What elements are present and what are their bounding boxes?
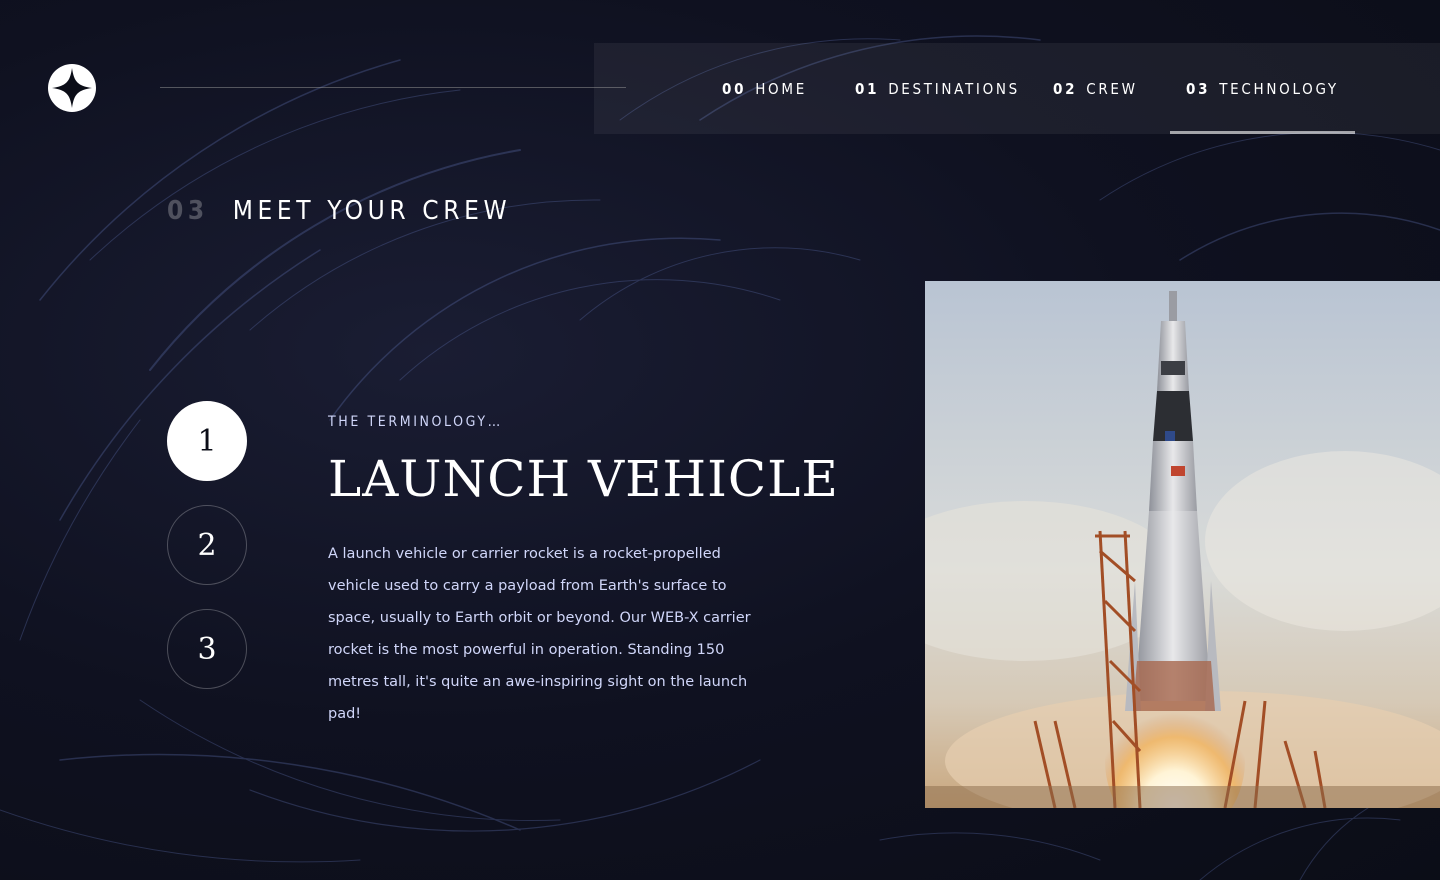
nav-item-number: 03 (1186, 79, 1211, 98)
nav-item-number: 02 (1053, 79, 1078, 98)
nav-item-destinations[interactable]: 01 DESTINATIONS (855, 43, 1020, 134)
star-logo-icon (52, 68, 92, 108)
nav-item-technology[interactable]: 03 TECHNOLOGY (1170, 43, 1355, 134)
launch-vehicle-image (925, 281, 1440, 808)
step-button-3[interactable]: 3 (167, 609, 247, 689)
rocket-launch-illustration (925, 281, 1440, 808)
nav-item-crew[interactable]: 02 CREW (1053, 43, 1138, 134)
main-navigation: 00 HOME 01 DESTINATIONS 02 CREW 03 TECHN… (594, 43, 1440, 134)
terminology-eyebrow: THE TERMINOLOGY… (328, 414, 503, 430)
header-divider-line (160, 87, 626, 88)
nav-item-label: CREW (1086, 79, 1138, 98)
technology-content: THE TERMINOLOGY… LAUNCH VEHICLE A launch… (328, 414, 839, 730)
nav-item-label: DESTINATIONS (888, 79, 1020, 98)
technology-description: A launch vehicle or carrier rocket is a … (328, 546, 751, 722)
page-title-number: 03 (167, 196, 209, 226)
nav-item-label: HOME (755, 79, 807, 98)
nav-item-number: 01 (855, 79, 880, 98)
nav-item-number: 00 (722, 79, 747, 98)
page-title-text: MEET YOUR CREW (232, 196, 512, 226)
site-logo[interactable] (48, 64, 96, 112)
technology-title: LAUNCH VEHICLE (328, 450, 839, 508)
step-button-2[interactable]: 2 (167, 505, 247, 585)
step-button-1[interactable]: 1 (167, 401, 247, 481)
page-title: 03 MEET YOUR CREW (167, 196, 511, 226)
nav-item-home[interactable]: 00 HOME (722, 43, 807, 134)
nav-item-label: TECHNOLOGY (1219, 79, 1339, 98)
